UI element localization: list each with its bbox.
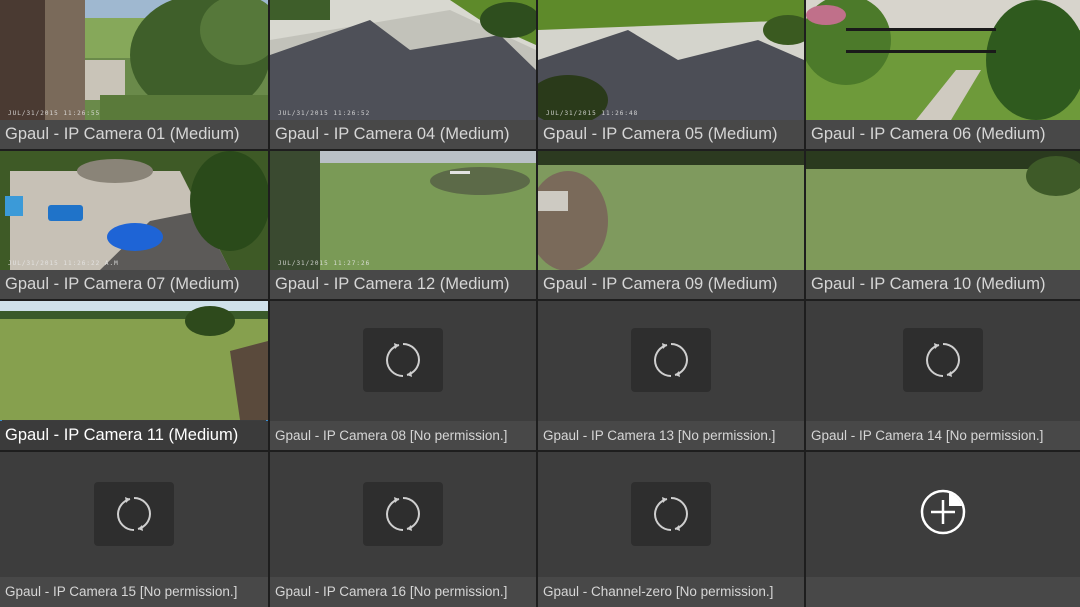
camera-feed-07: JUL/31/2015 11:26:22 A.M <box>0 151 268 270</box>
camera-tile-07[interactable]: JUL/31/2015 11:26:22 A.M Gpaul - IP Came… <box>0 151 268 299</box>
camera-label: Gpaul - IP Camera 11 (Medium) <box>0 421 268 450</box>
camera-timestamp: JUL/31/2015 11:26:48 <box>546 110 639 117</box>
camera-label: Gpaul - IP Camera 09 (Medium) <box>538 270 804 299</box>
camera-feed-09 <box>538 151 804 270</box>
camera-feed-12: JUL/31/2015 11:27:26 <box>270 151 536 270</box>
refresh-button[interactable] <box>631 482 711 546</box>
refresh-icon <box>654 343 688 377</box>
refresh-icon <box>654 497 688 531</box>
camera-feed-04: JUL/31/2015 11:26:52 <box>270 0 536 120</box>
camera-label: Gpaul - IP Camera 07 (Medium) <box>0 270 268 299</box>
camera-timestamp: JUL/31/2015 11:27:26 <box>278 260 371 267</box>
camera-tile-15[interactable]: Gpaul - IP Camera 15 [No permission.] <box>0 452 268 607</box>
refresh-button[interactable] <box>631 328 711 392</box>
camera-tile-10[interactable]: Gpaul - IP Camera 10 (Medium) <box>806 151 1080 299</box>
camera-label: Gpaul - IP Camera 14 [No permission.] <box>806 421 1080 450</box>
refresh-button[interactable] <box>903 328 983 392</box>
camera-feed-11 <box>0 301 268 420</box>
camera-timestamp: JUL/31/2015 11:26:55 <box>8 110 101 117</box>
camera-tile-05[interactable]: JUL/31/2015 11:26:48 Gpaul - IP Camera 0… <box>538 0 804 149</box>
add-camera-button[interactable] <box>919 488 967 536</box>
camera-tile-16[interactable]: Gpaul - IP Camera 16 [No permission.] <box>270 452 536 607</box>
camera-grid: JUL/31/2015 11:26:55 Gpaul - IP Camera 0… <box>0 0 1080 607</box>
camera-label: Gpaul - IP Camera 06 (Medium) <box>806 120 1080 149</box>
camera-tile-08[interactable]: Gpaul - IP Camera 08 [No permission.] <box>270 301 536 450</box>
camera-feed-06 <box>806 0 1080 120</box>
camera-feed-10 <box>806 151 1080 270</box>
camera-label: Gpaul - IP Camera 15 [No permission.] <box>0 577 268 607</box>
camera-tile-06[interactable]: Gpaul - IP Camera 06 (Medium) <box>806 0 1080 149</box>
camera-feed-01: JUL/31/2015 11:26:55 <box>0 0 268 120</box>
refresh-button[interactable] <box>363 328 443 392</box>
refresh-icon <box>926 343 960 377</box>
camera-tile-09[interactable]: Gpaul - IP Camera 09 (Medium) <box>538 151 804 299</box>
camera-feed-05: JUL/31/2015 11:26:48 <box>538 0 804 120</box>
refresh-icon <box>386 497 420 531</box>
add-camera-icon <box>920 489 966 535</box>
camera-label: Gpaul - IP Camera 13 [No permission.] <box>538 421 804 450</box>
add-camera-tile[interactable] <box>806 452 1080 607</box>
refresh-button[interactable] <box>94 482 174 546</box>
camera-tile-04[interactable]: JUL/31/2015 11:26:52 Gpaul - IP Camera 0… <box>270 0 536 149</box>
camera-tile-14[interactable]: Gpaul - IP Camera 14 [No permission.] <box>806 301 1080 450</box>
refresh-icon <box>117 497 151 531</box>
camera-tile-12[interactable]: JUL/31/2015 11:27:26 Gpaul - IP Camera 1… <box>270 151 536 299</box>
camera-timestamp: JUL/31/2015 11:26:22 A.M <box>8 260 119 267</box>
camera-label: Gpaul - IP Camera 01 (Medium) <box>0 120 268 149</box>
refresh-icon <box>386 343 420 377</box>
camera-label: Gpaul - IP Camera 12 (Medium) <box>270 270 536 299</box>
camera-label: Gpaul - IP Camera 05 (Medium) <box>538 120 804 149</box>
camera-label: Gpaul - IP Camera 08 [No permission.] <box>270 421 536 450</box>
camera-tile-01[interactable]: JUL/31/2015 11:26:55 Gpaul - IP Camera 0… <box>0 0 268 149</box>
camera-label: Gpaul - IP Camera 10 (Medium) <box>806 270 1080 299</box>
camera-label: Gpaul - Channel-zero [No permission.] <box>538 577 804 607</box>
camera-tile-channel-zero[interactable]: Gpaul - Channel-zero [No permission.] <box>538 452 804 607</box>
camera-tile-13[interactable]: Gpaul - IP Camera 13 [No permission.] <box>538 301 804 450</box>
camera-label <box>806 577 1080 607</box>
camera-timestamp: JUL/31/2015 11:26:52 <box>278 110 371 117</box>
camera-label: Gpaul - IP Camera 04 (Medium) <box>270 120 536 149</box>
refresh-button[interactable] <box>363 482 443 546</box>
camera-label: Gpaul - IP Camera 16 [No permission.] <box>270 577 536 607</box>
camera-tile-11[interactable]: Gpaul - IP Camera 11 (Medium) <box>0 301 268 450</box>
